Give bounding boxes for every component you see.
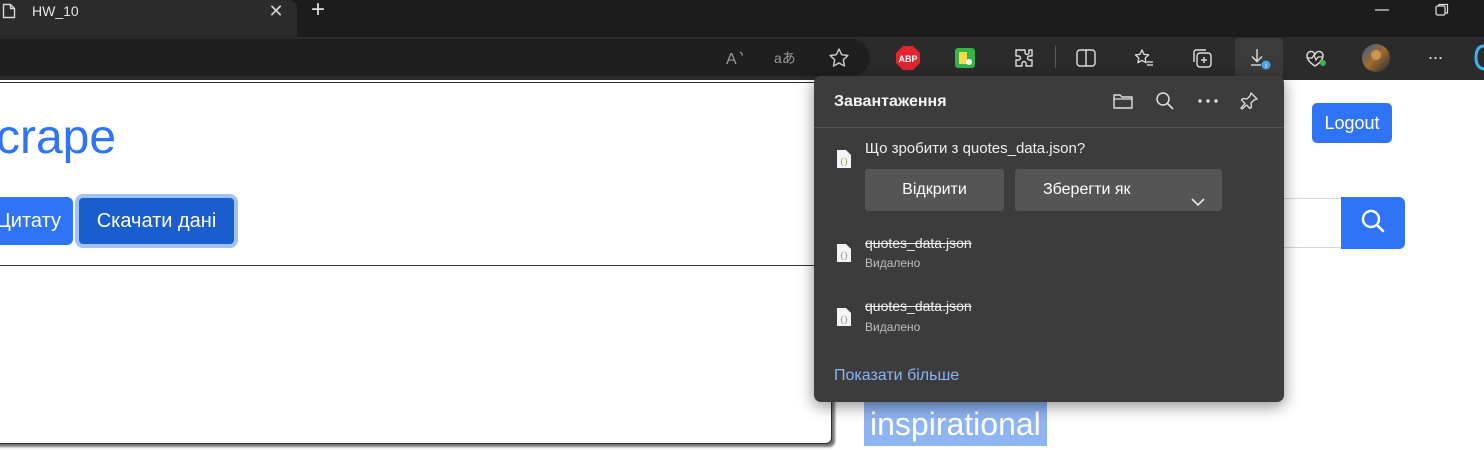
json-file-icon: {} [836, 243, 852, 263]
download-data-button[interactable]: Скачати дані [75, 194, 238, 248]
json-file-icon: {} [836, 149, 852, 169]
flyout-divider [814, 127, 1284, 128]
page-title: crape [0, 111, 117, 164]
favorites-icon[interactable] [1130, 44, 1158, 72]
downloads-button[interactable]: i [1235, 38, 1283, 78]
page-icon [2, 3, 16, 19]
toolbar-divider [1055, 46, 1056, 68]
svg-text:aあ: aあ [774, 50, 796, 66]
extension-green-icon[interactable] [951, 44, 979, 72]
json-file-icon: {} [836, 307, 852, 327]
download-status: Видалено [865, 256, 921, 270]
pin-icon[interactable] [1237, 89, 1261, 113]
chevron-down-icon[interactable] [1190, 183, 1206, 225]
tag-badge[interactable]: inspirational [864, 402, 1047, 446]
content-card [0, 82, 832, 444]
translate-icon[interactable]: aあ [772, 44, 800, 72]
split-screen-icon[interactable] [1072, 44, 1100, 72]
download-status: Видалено [865, 320, 921, 334]
download-prompt: Що зробити з quotes_data.json? [865, 140, 1086, 157]
browser-toolbar: A aあ ABP i ··· [0, 37, 1484, 80]
downloads-flyout: Завантаження {} Що зробити з quotes_data… [814, 76, 1284, 402]
search-input[interactable] [1280, 198, 1342, 248]
more-options-icon[interactable] [1196, 89, 1220, 113]
downloads-icon: i [1245, 44, 1273, 72]
search-downloads-icon[interactable] [1153, 89, 1177, 113]
download-file-name: quotes_data.json [865, 235, 972, 251]
favorite-star-icon[interactable] [825, 44, 853, 72]
show-more-link[interactable]: Показати більше [834, 366, 959, 386]
collections-icon[interactable] [1188, 44, 1216, 72]
svg-text:{}: {} [840, 159, 848, 167]
save-as-label: Зберегти як [1043, 181, 1131, 198]
profile-avatar[interactable] [1360, 42, 1392, 74]
open-folder-icon[interactable] [1111, 89, 1135, 113]
browser-essentials-icon[interactable] [1302, 44, 1330, 72]
copilot-icon[interactable] [1474, 43, 1484, 73]
svg-text:A: A [726, 51, 737, 68]
open-file-button[interactable]: Відкрити [865, 169, 1004, 211]
extensions-icon[interactable] [1010, 44, 1038, 72]
save-as-button[interactable]: Зберегти як [1015, 169, 1222, 211]
svg-text:{}: {} [840, 253, 848, 261]
new-tab-icon[interactable]: + [306, 0, 330, 22]
adblock-label: ABP [898, 54, 917, 64]
close-tab-icon[interactable]: ✕ [266, 0, 286, 22]
browser-tab[interactable]: HW_10 ✕ [0, 0, 297, 37]
search-button[interactable] [1341, 197, 1405, 249]
downloads-title: Завантаження [834, 93, 947, 110]
restore-window-icon[interactable] [1432, 2, 1452, 18]
svg-text:{}: {} [840, 317, 848, 325]
more-icon[interactable]: ··· [1420, 45, 1450, 69]
tab-strip: HW_10 ✕ + [0, 0, 1484, 37]
content-divider [0, 265, 832, 266]
read-aloud-icon[interactable]: A [722, 44, 750, 72]
download-file-name: quotes_data.json [865, 298, 972, 314]
minimize-window-icon[interactable] [1372, 2, 1392, 18]
search-icon [1360, 208, 1386, 239]
adblock-plus-icon[interactable]: ABP [894, 44, 922, 72]
logout-button[interactable]: Logout [1312, 103, 1392, 143]
tab-title: HW_10 [32, 3, 79, 19]
add-quote-button[interactable]: Цитату [0, 197, 73, 245]
